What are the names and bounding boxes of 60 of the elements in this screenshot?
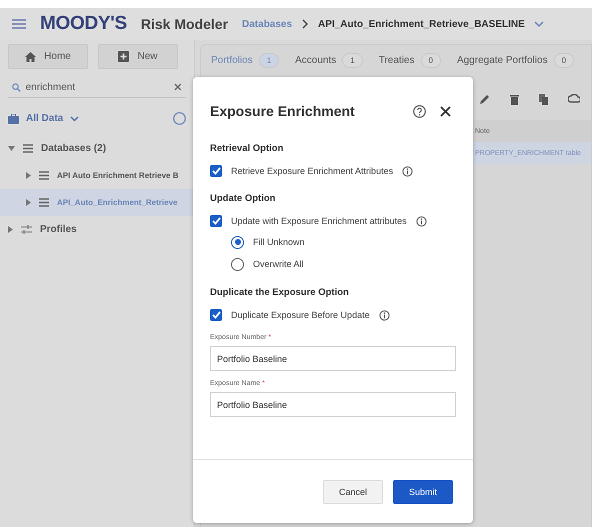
cancel-button[interactable]: Cancel — [323, 480, 383, 504]
info-icon[interactable] — [378, 310, 390, 320]
search-field[interactable]: enrichment — [26, 82, 170, 92]
tree-item[interactable]: Profiles — [0, 216, 194, 243]
dropdown-chevron-icon[interactable] — [70, 116, 80, 122]
input-field[interactable]: Portfolio Baseline — [210, 346, 456, 371]
section-heading: Retrieval Option — [210, 143, 284, 154]
caret-right-icon[interactable] — [26, 172, 31, 179]
section-heading: Update Option — [210, 193, 276, 204]
tree-item[interactable]: Databases (2) — [0, 135, 194, 162]
breadcrumb-link[interactable]: Databases — [242, 18, 292, 30]
count-badge: 0 — [420, 53, 441, 68]
checkbox[interactable] — [210, 165, 222, 177]
sliders-icon — [21, 225, 32, 234]
count-badge: 0 — [554, 53, 574, 68]
copy-icon[interactable] — [539, 94, 548, 104]
breadcrumb-current: API_Auto_Enrichment_Retrieve_BASELINE — [318, 18, 525, 30]
tab[interactable]: Treaties 0 — [378, 53, 441, 68]
scope-dropdown[interactable]: All Data — [26, 113, 64, 124]
cloud-icon[interactable] — [568, 94, 580, 104]
caret-down-icon[interactable] — [8, 146, 15, 151]
plus-square-icon — [118, 51, 130, 62]
count-badge: 1 — [342, 53, 363, 68]
new-button[interactable]: New — [98, 44, 178, 69]
search-icon — [12, 82, 21, 92]
input-field[interactable]: Portfolio Baseline — [210, 392, 456, 417]
radio-label: Fill Unknown — [253, 237, 305, 247]
product-name: Risk Modeler — [140, 16, 228, 32]
dropdown-chevron-icon[interactable] — [534, 20, 544, 28]
menu-icon[interactable] — [12, 19, 26, 29]
radio-button[interactable] — [231, 236, 244, 248]
count-badge: 1 — [258, 53, 280, 68]
checkbox[interactable] — [210, 215, 222, 227]
info-icon[interactable] — [402, 166, 414, 176]
home-icon — [25, 52, 36, 62]
section-heading: Duplicate the Exposure Option — [210, 287, 350, 298]
checkbox-label: Duplicate Exposure Before Update — [231, 310, 370, 320]
radio-label: Overwrite All — [253, 259, 304, 269]
info-icon[interactable] — [416, 216, 427, 226]
list-icon — [23, 144, 33, 153]
tab[interactable]: Aggregate Portfolios 0 — [456, 53, 574, 68]
checkbox-label: Retrieve Exposure Enrichment Attributes — [231, 166, 394, 176]
pencil-icon[interactable] — [479, 94, 490, 104]
checkbox-label: Update with Exposure Enrichment attributes — [231, 216, 407, 226]
caret-right-icon[interactable] — [8, 226, 13, 233]
tree-item[interactable]: API Auto Enrichment Retrieve B — [0, 162, 194, 189]
chevron-right-icon — [301, 19, 310, 29]
checkbox[interactable] — [210, 309, 222, 321]
caret-right-icon[interactable] — [26, 199, 31, 206]
list-icon — [39, 171, 49, 180]
briefcase-icon — [8, 114, 19, 124]
brand-logo: MOODY'S — [40, 13, 127, 35]
radio-button[interactable] — [231, 258, 244, 270]
close-icon[interactable] — [440, 106, 451, 116]
dialog-title: Exposure Enrichment — [210, 103, 356, 119]
submit-button[interactable]: Submit — [393, 480, 453, 504]
trash-icon[interactable] — [510, 94, 519, 104]
tab[interactable]: Accounts 1 — [295, 53, 363, 68]
list-icon — [39, 198, 49, 207]
home-button[interactable]: Home — [8, 44, 88, 69]
